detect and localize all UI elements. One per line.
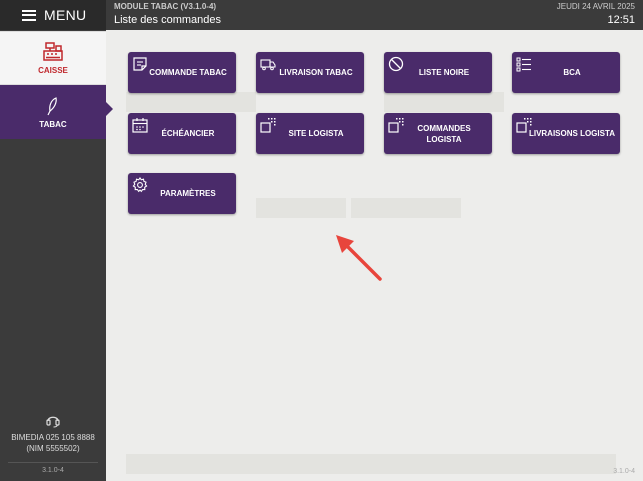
page-title: Liste des commandes [114, 14, 221, 26]
gear-icon [132, 177, 148, 193]
sidebar-version: 3.1.0-4 [8, 462, 98, 474]
active-item-pointer [106, 102, 113, 116]
menu-button[interactable]: MENU [0, 0, 106, 30]
background-ghost [126, 92, 256, 112]
background-ghost [126, 454, 616, 474]
tile-commandes-logista[interactable]: COMMANDES LOGISTA [384, 113, 492, 154]
support-nim: (NIM 5555502) [26, 444, 80, 453]
header-date: JEUDI 24 AVRIL 2025 [556, 2, 635, 11]
tile-livraisons-logista[interactable]: LIVRAISONS LOGISTA [512, 113, 620, 154]
tile-commande-tabac[interactable]: COMMANDE TABAC [128, 52, 236, 93]
app-version: 3.1.0-4 [613, 468, 635, 475]
tile-echeancier[interactable]: ÉCHÉANCIER [128, 113, 236, 154]
main-panel: 3.1.0-4 COMMANDE TABAC LIVRAISON TABAC L… [106, 30, 643, 481]
tile-parametres[interactable]: PARAMÈTRES [128, 173, 236, 214]
leaf-icon [47, 96, 57, 115]
tile-liste-noire[interactable]: LISTE NOIRE [384, 52, 492, 93]
grid-box-icon [260, 118, 276, 133]
sidebar-item-tabac[interactable]: TABAC [0, 85, 106, 139]
hamburger-icon [22, 9, 36, 21]
sidebar-item-caisse[interactable]: CAISSE [0, 31, 106, 85]
annotation-arrow-icon [336, 235, 382, 281]
sidebar-item-label: TABAC [39, 119, 67, 129]
support-info: BIMEDIA 025 105 8888 (NIM 5555502) [0, 412, 106, 454]
tile-bca[interactable]: BCA [512, 52, 620, 93]
header-time: 12:51 [607, 14, 635, 26]
cash-register-icon [43, 41, 63, 61]
background-ghost [384, 92, 504, 112]
checklist-icon [516, 57, 531, 72]
note-icon [133, 57, 147, 71]
background-ghost [256, 198, 346, 218]
sidebar-item-label: CAISSE [38, 65, 68, 75]
tile-livraison-tabac[interactable]: LIVRAISON TABAC [256, 52, 364, 93]
support-phone: BIMEDIA 025 105 8888 [11, 433, 95, 442]
calendar-icon [132, 118, 148, 133]
headset-icon [46, 416, 60, 428]
block-icon [388, 56, 404, 72]
menu-label: MENU [44, 7, 87, 23]
tile-site-logista[interactable]: SITE LOGISTA [256, 113, 364, 154]
sidebar: MENU CAISSE TABAC BIMEDIA 025 105 8888 (… [0, 0, 106, 481]
grid-box-icon [516, 118, 532, 133]
header: MODULE TABAC (V3.1.0-4) Liste des comman… [106, 0, 643, 30]
background-ghost [351, 198, 461, 218]
truck-icon [260, 59, 276, 71]
module-title: MODULE TABAC (V3.1.0-4) [114, 2, 217, 11]
grid-box-icon [388, 118, 404, 133]
